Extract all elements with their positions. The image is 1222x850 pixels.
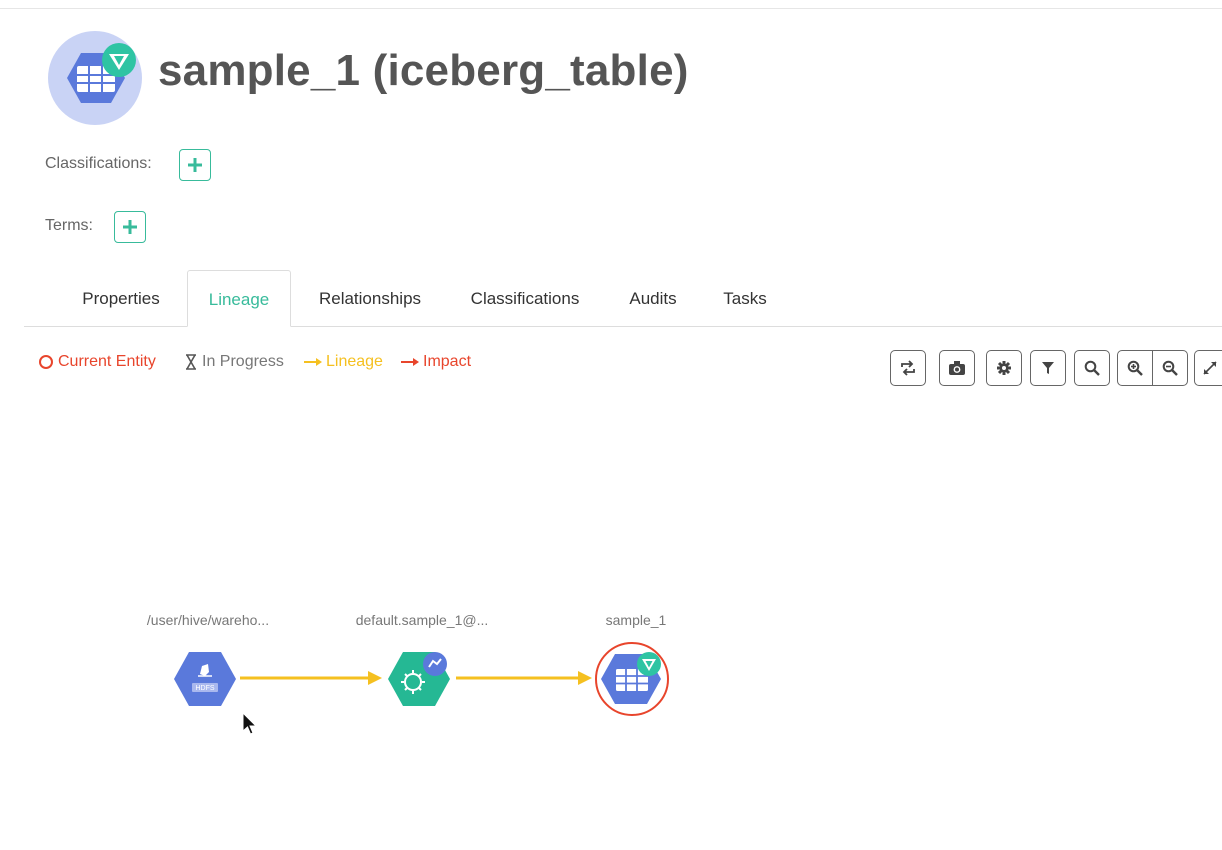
legend-current-entity: Current Entity <box>38 353 156 371</box>
plus-icon <box>123 220 137 234</box>
node-label-hdfs-path: /user/hive/wareho... <box>146 612 270 628</box>
iceberg-table-icon <box>45 30 149 126</box>
hdfs-icon-text: HDFS <box>195 685 214 692</box>
lineage-edge[interactable] <box>236 668 386 688</box>
zoom-in-button[interactable] <box>1117 350 1153 386</box>
legend-lineage: Lineage <box>304 353 383 371</box>
legend-in-progress: In Progress <box>184 353 284 371</box>
page-title: sample_1 (iceberg_table) <box>158 46 689 95</box>
expand-icon <box>1203 361 1217 375</box>
arrow-right-icon <box>304 358 322 366</box>
hdfs-icon: HDFS <box>174 652 236 706</box>
top-divider <box>0 8 1222 9</box>
search-button[interactable] <box>1074 350 1110 386</box>
tab-relationships[interactable]: Relationships <box>314 270 426 326</box>
search-icon <box>1084 360 1100 376</box>
tab-classifications[interactable]: Classifications <box>466 270 584 326</box>
arrow-right-icon <box>401 358 419 366</box>
lineage-node-current-table[interactable] <box>593 640 671 723</box>
lineage-node-hdfs[interactable]: HDFS <box>172 650 238 713</box>
camera-icon <box>949 361 965 375</box>
export-image-button[interactable] <box>939 350 975 386</box>
plus-icon <box>188 158 202 172</box>
legend-impact: Impact <box>401 353 471 371</box>
node-label-sample-table: sample_1 <box>605 612 667 628</box>
refresh-button[interactable] <box>890 350 926 386</box>
fullscreen-button[interactable] <box>1194 350 1222 386</box>
gear-icon <box>997 361 1011 375</box>
add-classification-button[interactable] <box>179 149 211 181</box>
terms-label: Terms: <box>45 217 93 234</box>
classifications-label: Classifications: <box>45 155 152 172</box>
legend-impact-label: Impact <box>423 353 472 370</box>
settings-button[interactable] <box>986 350 1022 386</box>
zoom-out-button[interactable] <box>1152 350 1188 386</box>
entity-tabs: Properties Lineage Relationships Classif… <box>24 270 1222 327</box>
lineage-edge[interactable] <box>452 668 596 688</box>
tab-tasks[interactable]: Tasks <box>721 270 769 326</box>
tab-audits[interactable]: Audits <box>625 270 681 326</box>
add-term-button[interactable] <box>114 211 146 243</box>
circle-outline-icon <box>39 355 53 369</box>
refresh-icon <box>901 360 915 376</box>
lineage-node-process[interactable] <box>386 650 452 713</box>
filter-button[interactable] <box>1030 350 1066 386</box>
zoom-out-icon <box>1162 360 1178 376</box>
mouse-cursor-icon <box>242 712 258 735</box>
node-label-process: default.sample_1@... <box>355 612 489 628</box>
legend-in-progress-label: In Progress <box>202 353 284 370</box>
tab-lineage[interactable]: Lineage <box>187 270 291 327</box>
tab-properties[interactable]: Properties <box>80 270 162 326</box>
iceberg-table-icon <box>595 642 669 716</box>
legend-lineage-label: Lineage <box>326 353 383 370</box>
zoom-in-icon <box>1127 360 1143 376</box>
legend-current-entity-label: Current Entity <box>58 353 156 370</box>
filter-icon <box>1042 362 1054 374</box>
hourglass-icon <box>186 354 196 370</box>
process-icon <box>388 652 450 706</box>
